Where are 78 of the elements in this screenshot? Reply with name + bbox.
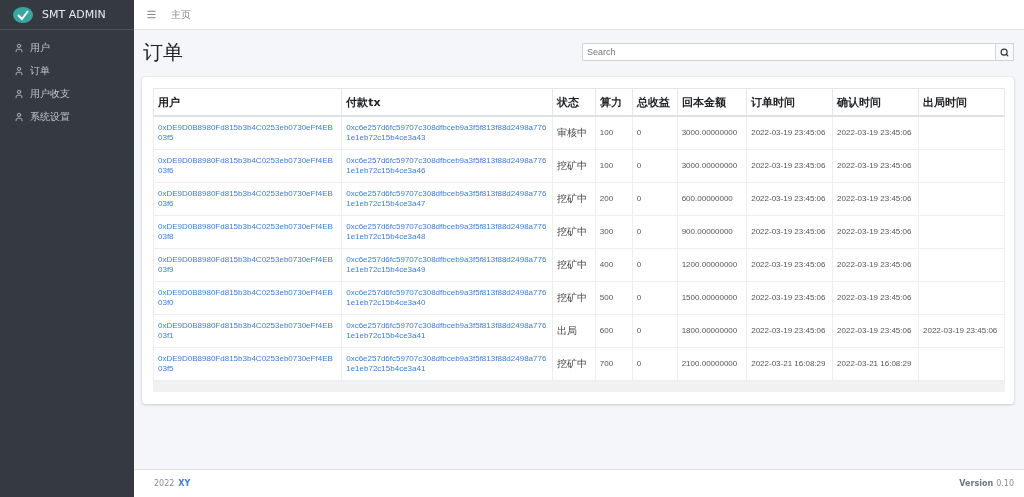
column-header: 付款tx [341,88,553,116]
table-cell: 0 [636,227,642,237]
table-cell: 100 [599,161,614,171]
column-header: 回本金额 [677,88,747,116]
status-text: 挖矿中 [556,160,587,171]
sidebar-item[interactable]: 用户收支 [0,82,134,105]
table-cell: 2022-03-19 23:45:06 [837,260,912,270]
sidebar-item[interactable]: 系统设置 [0,105,134,128]
table-cell: 0 [636,194,642,204]
table-cell: 2022-03-19 23:45:06 [837,326,912,336]
user-icon [14,65,24,76]
column-header: 确认时间 [832,88,919,116]
status-text: 审核中 [556,127,587,138]
table-cell: 0 [636,293,642,303]
column-header: 总收益 [632,88,678,116]
table-cell: 2022-03-19 23:45:06 [837,194,912,204]
status-text: 挖矿中 [556,226,587,237]
table-cell: 2022-03-19 23:45:06 [837,293,912,303]
table-cell: 0 [636,128,642,138]
table-cell: 500 [599,293,614,303]
sidebar-item[interactable]: 用户 [0,36,134,59]
column-header: 算力 [595,88,633,116]
table-cell: 2022-03-21 16:08:29 [751,359,826,369]
status-text: 挖矿中 [556,259,587,270]
version-label: Version [959,479,994,488]
table-cell: 0 [636,161,642,171]
column-header: 用户 [153,88,342,116]
table-cell: 0 [636,260,642,270]
status-text: 出局 [556,325,577,336]
search-icon [1000,47,1009,57]
table-cell: 2022-03-19 23:45:06 [751,260,826,270]
table-cell: 2022-03-19 23:45:06 [837,128,912,138]
table-cell: 2022-03-19 23:45:06 [751,293,826,303]
page-title: 订单 [143,38,183,66]
status-text: 挖矿中 [556,193,587,204]
table-cell: 2022-03-19 23:45:06 [751,161,826,171]
table-cell: 3000.00000000 [681,128,738,138]
table-cell: 2022-03-19 23:45:06 [751,326,826,336]
user-icon [14,42,24,53]
table-cell: 2022-03-19 23:45:06 [923,326,998,336]
table-cell: 2022-03-19 23:45:06 [837,227,912,237]
table-cell: 2022-03-19 23:45:06 [751,194,826,204]
column-header: 订单时间 [746,88,833,116]
logo-icon [12,5,34,24]
table-cell: 3000.00000000 [681,161,738,171]
column-header: 出局时间 [918,88,1005,116]
table-cell: 600.00000000 [681,194,733,204]
table-cell: 100 [599,128,614,138]
sidebar-item[interactable]: 订单 [0,59,134,82]
table-cell: 600 [599,326,614,336]
table-cell: 2022-03-19 23:45:06 [837,161,912,171]
table-cell: 2022-03-19 23:45:06 [751,227,826,237]
search-button[interactable] [996,43,1014,61]
table-cell: 1200.00000000 [681,260,738,270]
table-cell: 2022-03-21 16:08:29 [837,359,912,369]
table-cell: 2100.00000000 [681,359,738,369]
user-icon [14,111,24,122]
footer-link[interactable]: XY [178,479,191,488]
version-number: 0.10 [996,479,1014,488]
user-icon [14,88,24,99]
table-cell: 0 [636,359,642,369]
status-text: 挖矿中 [556,358,587,369]
table-cell: 2022-03-19 23:45:06 [751,128,826,138]
table-cell: 400 [599,260,614,270]
copyright-text: 2022 [154,479,175,488]
column-header: 状态 [552,88,596,116]
status-text: 挖矿中 [556,292,587,303]
table-cell: 900.00000000 [681,227,733,237]
table-cell: 300 [599,227,614,237]
table-cell: 1800.00000000 [681,326,738,336]
menu-icon[interactable] [146,9,157,20]
brand-name: SMT ADMIN [42,8,106,21]
table-cell: 0 [636,326,642,336]
breadcrumb-link[interactable]: 主页 [171,7,191,22]
table-cell: 700 [599,359,614,369]
table-cell: 1500.00000000 [681,293,738,303]
search-field[interactable]: Search [582,43,996,61]
table-cell: 200 [599,194,614,204]
